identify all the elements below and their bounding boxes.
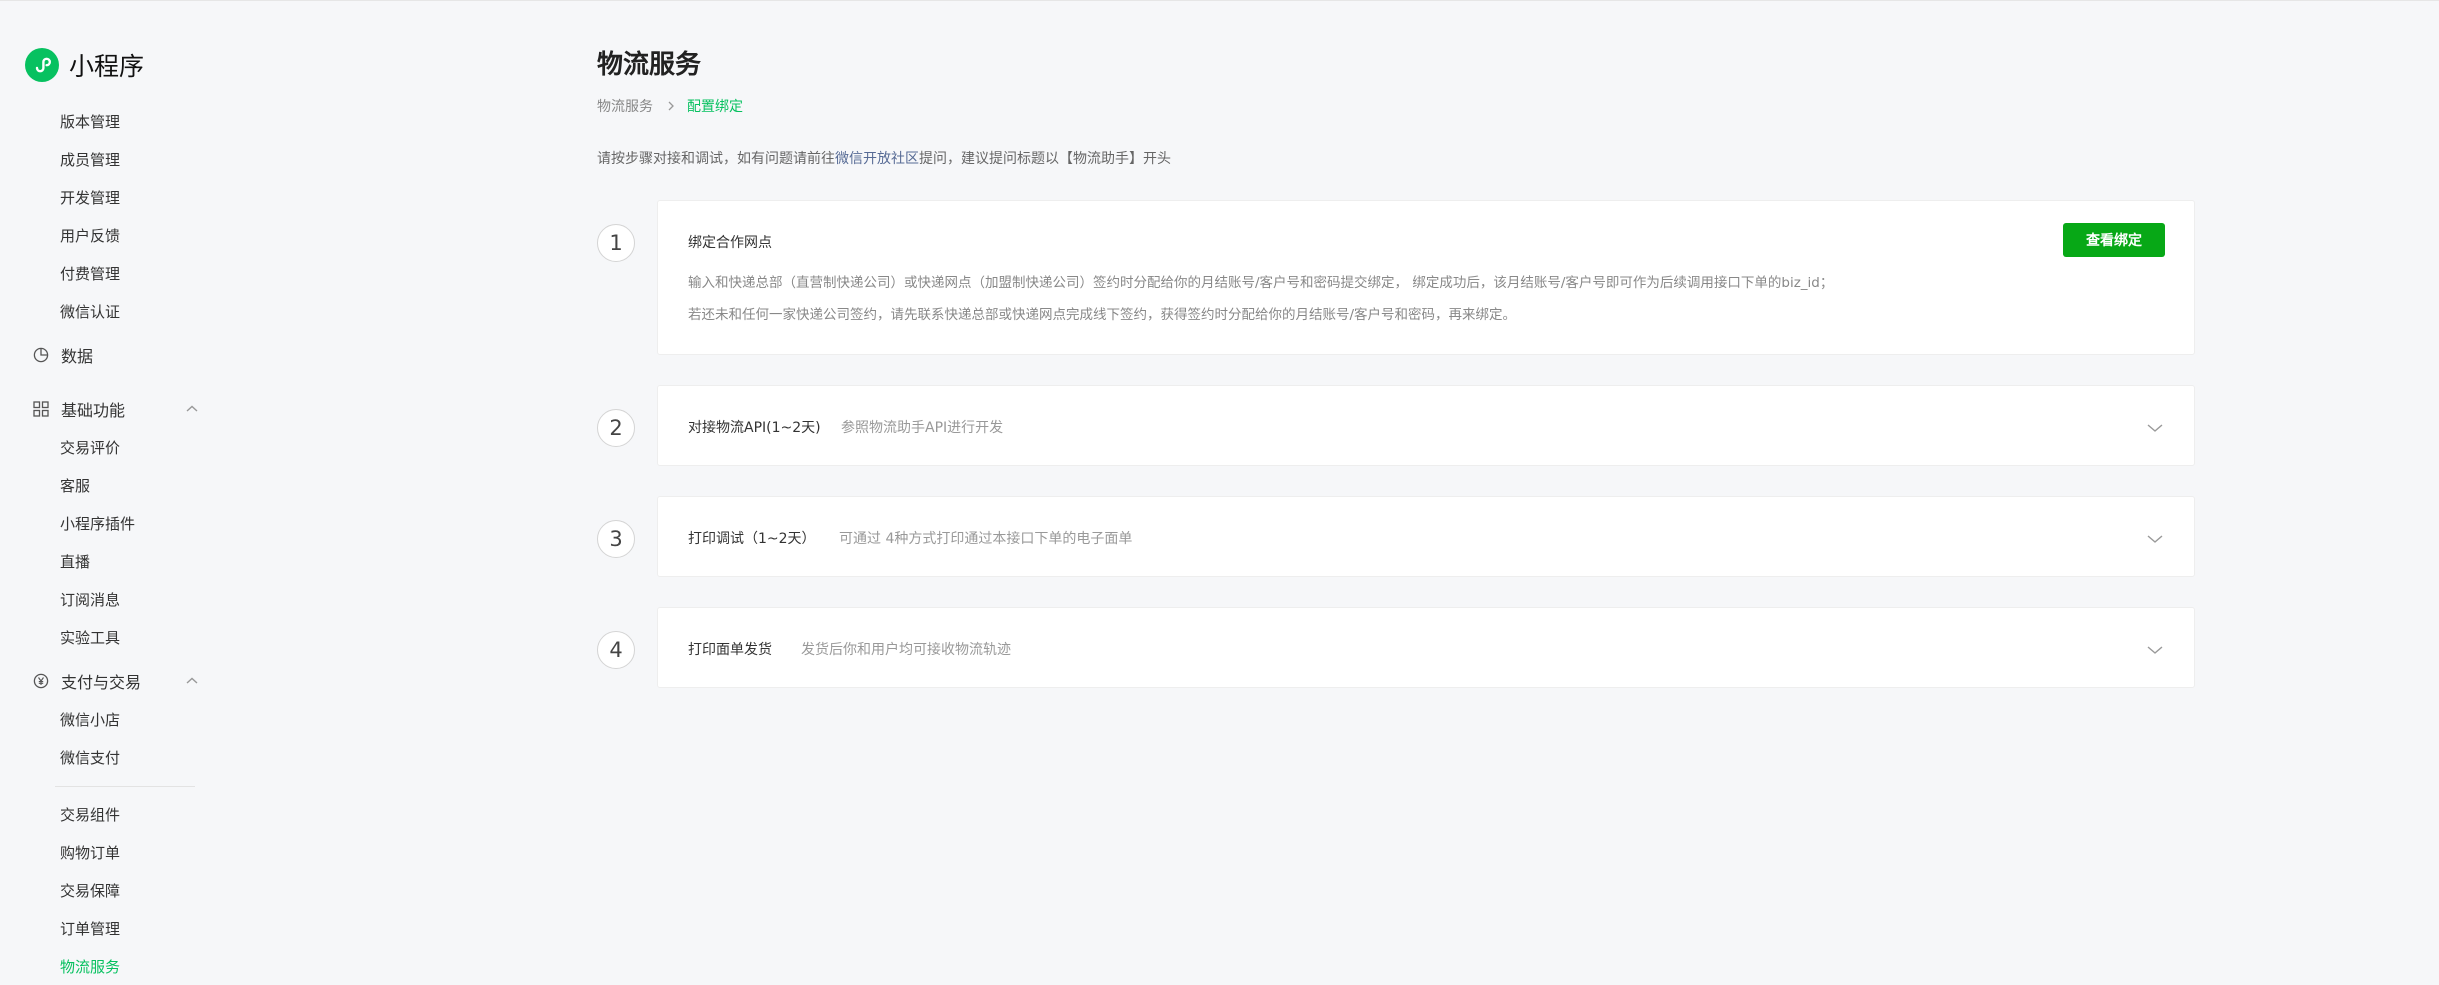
sidebar-divider (55, 786, 195, 787)
chevron-down-icon[interactable] (2146, 530, 2164, 549)
pie-chart-icon (33, 347, 49, 363)
app-title: 小程序 (69, 52, 145, 81)
step-desc: 可通过 4种方式打印通过本接口下单的电子面单 (839, 531, 1133, 547)
sidebar-item-trade-review[interactable]: 交易评价 (60, 438, 120, 458)
chevron-up-icon[interactable] (185, 399, 199, 418)
sidebar-item-plugins[interactable]: 小程序插件 (60, 514, 135, 534)
sidebar-group-data[interactable]: 数据 (33, 343, 93, 367)
step-title: 打印面单发货 (688, 642, 772, 658)
breadcrumb: 物流服务 配置绑定 (597, 96, 743, 116)
sidebar-item-subscribe-msg[interactable]: 订阅消息 (60, 590, 120, 610)
sidebar-group-label: 数据 (61, 347, 94, 366)
sidebar-item-shopping-orders[interactable]: 购物订单 (60, 843, 120, 863)
step-title: 对接物流API(1~2天) (688, 420, 821, 436)
sidebar-item-experiment[interactable]: 实验工具 (60, 628, 120, 648)
step-number: 1 (597, 224, 635, 262)
breadcrumb-current: 配置绑定 (687, 99, 743, 115)
chevron-down-icon[interactable] (2146, 419, 2164, 438)
step-number: 2 (597, 409, 635, 447)
sidebar-group-label: 基础功能 (61, 401, 126, 420)
sidebar-item-billing[interactable]: 付费管理 (60, 264, 120, 284)
step-card-bind: 绑定合作网点 查看绑定 输入和快递总部（直营制快递公司）或快递网点（加盟制快递公… (657, 200, 2195, 355)
step-number: 3 (597, 520, 635, 558)
step-card-ship[interactable]: 打印面单发货 发货后你和用户均可接收物流轨迹 (657, 607, 2195, 688)
sidebar-group-basic[interactable]: 基础功能 (33, 397, 198, 421)
sidebar-item-verify[interactable]: 微信认证 (60, 302, 120, 322)
sidebar-item-trade-component[interactable]: 交易组件 (60, 805, 120, 825)
breadcrumb-logistics[interactable]: 物流服务 (597, 96, 653, 116)
step-desc-line: 若还未和任何一家快递公司签约，请先联系快递总部或快递网点完成线下签约，获得签约时… (688, 307, 1517, 323)
sidebar-item-trade-guarantee[interactable]: 交易保障 (60, 881, 120, 901)
app-logo[interactable]: 小程序 (25, 47, 144, 83)
sidebar: 小程序 版本管理 成员管理 开发管理 用户反馈 付费管理 微信认证 数据 基础功… (0, 0, 220, 985)
step-desc-line: 输入和快递总部（直营制快递公司）或快递网点（加盟制快递公司）签约时分配给你的月结… (688, 275, 1834, 291)
sidebar-item-dev[interactable]: 开发管理 (60, 188, 120, 208)
mini-program-icon (25, 48, 59, 82)
sidebar-group-pay[interactable]: 支付与交易 (33, 669, 198, 693)
sidebar-item-feedback[interactable]: 用户反馈 (60, 226, 120, 246)
step-desc: 发货后你和用户均可接收物流轨迹 (801, 642, 1011, 658)
sidebar-item-customer-service[interactable]: 客服 (60, 476, 90, 496)
notice-after: 提问，建议提问标题以【物流助手】开头 (919, 151, 1171, 167)
sidebar-item-version[interactable]: 版本管理 (60, 112, 120, 132)
grid-icon (33, 401, 49, 417)
notice-text: 请按步骤对接和调试，如有问题请前往微信开放社区提问，建议提问标题以【物流助手】开… (597, 148, 1171, 168)
notice-before: 请按步骤对接和调试，如有问题请前往 (597, 151, 835, 167)
chevron-up-icon[interactable] (185, 671, 199, 690)
step-desc: 参照物流助手API进行开发 (841, 420, 1004, 436)
sidebar-item-wechat-shop[interactable]: 微信小店 (60, 710, 120, 730)
step-card-print[interactable]: 打印调试（1~2天） 可通过 4种方式打印通过本接口下单的电子面单 (657, 496, 2195, 577)
top-border (0, 0, 2439, 1)
step-title: 绑定合作网点 (688, 235, 772, 251)
sidebar-item-logistics[interactable]: 物流服务 (60, 957, 120, 977)
yuan-coin-icon (33, 673, 49, 689)
step-title: 打印调试（1~2天） (688, 531, 816, 547)
open-community-link[interactable]: 微信开放社区 (835, 151, 919, 167)
sidebar-item-order-management[interactable]: 订单管理 (60, 919, 120, 939)
view-binding-button[interactable]: 查看绑定 (2063, 223, 2165, 257)
page-title: 物流服务 (597, 50, 702, 80)
sidebar-item-live[interactable]: 直播 (60, 552, 90, 572)
step-number: 4 (597, 631, 635, 669)
step-card-api[interactable]: 对接物流API(1~2天) 参照物流助手API进行开发 (657, 385, 2195, 466)
chevron-down-icon[interactable] (2146, 641, 2164, 660)
sidebar-item-members[interactable]: 成员管理 (60, 150, 120, 170)
sidebar-item-wechat-pay[interactable]: 微信支付 (60, 748, 120, 768)
chevron-right-icon (667, 100, 675, 112)
sidebar-group-label: 支付与交易 (61, 673, 142, 692)
